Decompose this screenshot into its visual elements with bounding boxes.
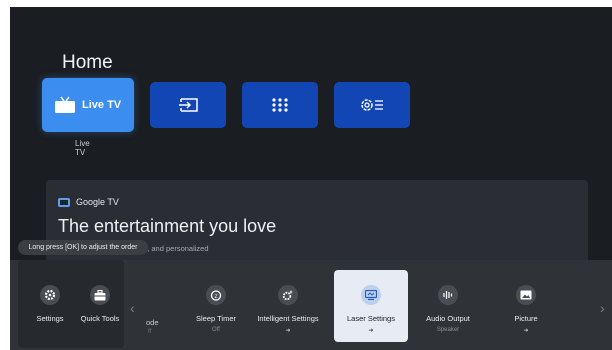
svg-text:z: z [215, 294, 218, 300]
quick-item-label: Picture [514, 314, 538, 323]
quick-item-label: Intelligent Settings [257, 314, 319, 323]
quick-item-arrow: ➜ [523, 328, 529, 334]
quick-settings-tray: Settings Quick Tools ‹ ode ff z Sleep Ti… [10, 260, 612, 350]
picture-icon [516, 285, 536, 305]
quick-item-sleep-timer[interactable]: z Sleep Timer Off [186, 285, 246, 334]
quick-item-label: Quick Tools [80, 314, 120, 323]
tv-icon [54, 96, 76, 114]
partial-item-sub: ff [148, 329, 152, 335]
google-tv-card[interactable]: Google TV The entertainment you love get… [46, 180, 588, 270]
google-tv-brand: Google TV [58, 197, 119, 207]
input-icon [177, 97, 199, 113]
tv-screen: Home Live TV Live TV Google TV The enter… [10, 7, 612, 350]
quick-item-label: Sleep Timer [195, 314, 237, 323]
smart-settings-icon [278, 285, 298, 305]
live-tv-caption: Live TV [75, 139, 90, 157]
quick-item-arrow: ➜ [368, 328, 374, 334]
apps-grid-icon [270, 97, 290, 113]
quick-item-label: Audio Output [426, 314, 470, 323]
google-tv-brand-label: Google TV [76, 197, 119, 207]
google-tv-headline: The entertainment you love [58, 216, 277, 236]
quick-item-arrow: ➜ [285, 328, 291, 334]
settings-list-icon [359, 96, 385, 114]
timer-icon: z [206, 285, 226, 305]
quick-item-value: Speaker [436, 327, 460, 333]
scroll-left-arrow-icon[interactable]: ‹ [130, 300, 135, 316]
quick-item-label: Laser Settings [347, 314, 395, 323]
live-tv-tile[interactable]: Live TV [42, 78, 134, 132]
quick-item-intelligent-settings[interactable]: Intelligent Settings ➜ [252, 285, 324, 334]
settings-tile[interactable] [334, 82, 410, 128]
quick-item-quick-tools[interactable]: Quick Tools [70, 285, 130, 323]
apps-tile[interactable] [242, 82, 318, 128]
quick-item-audio-output[interactable]: Audio Output Speaker [418, 285, 478, 334]
pinned-group: Settings Quick Tools [18, 260, 124, 348]
toolbox-icon [90, 285, 110, 305]
reorder-tooltip: Long press [OK] to adjust the order [18, 240, 148, 255]
quick-item-laser-settings[interactable]: Laser Settings ➜ [334, 270, 408, 342]
quick-item-picture[interactable]: Picture ➜ [496, 285, 556, 334]
page-title: Home [62, 52, 113, 73]
google-tv-logo-icon [58, 197, 70, 207]
gear-icon [40, 285, 60, 305]
input-tile[interactable] [150, 82, 226, 128]
laser-icon [361, 285, 381, 305]
partial-item-label: ode [146, 318, 159, 327]
quick-item-value: Off [212, 327, 220, 333]
live-tv-label: Live TV [82, 99, 122, 111]
audio-bars-icon [438, 285, 458, 305]
scroll-right-arrow-icon[interactable]: › [600, 300, 605, 316]
